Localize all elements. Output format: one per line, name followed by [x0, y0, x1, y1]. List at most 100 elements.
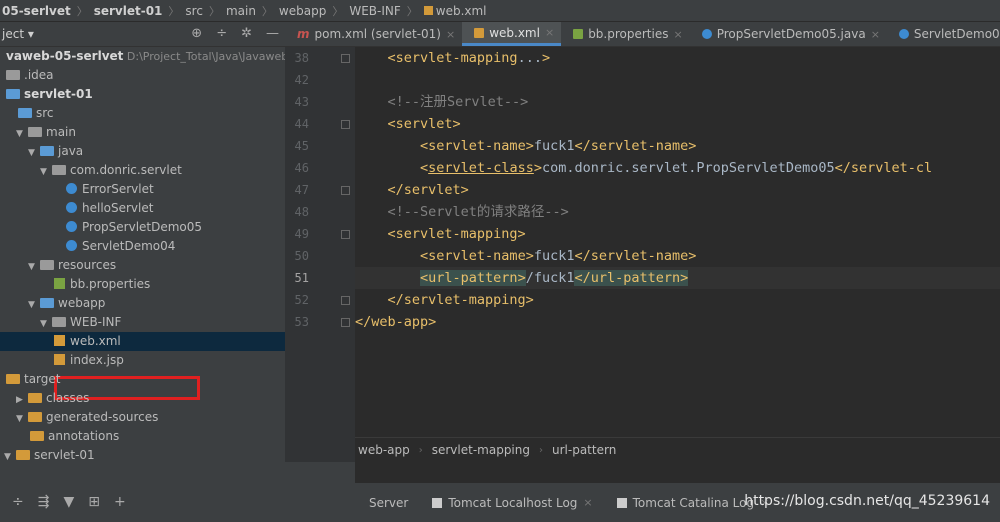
- project-tree: vaweb-05-serlvet D:\Project_Total\Java\J…: [0, 47, 285, 462]
- tree-item[interactable]: ▼ generated-sources: [16, 408, 158, 427]
- close-icon[interactable]: ×: [545, 26, 554, 39]
- tree-item[interactable]: helloServlet: [66, 199, 153, 218]
- services-tab[interactable]: Server: [355, 496, 418, 510]
- folder-icon: [40, 260, 54, 270]
- project-view-selector[interactable]: ject ▾: [2, 27, 34, 41]
- code-editor[interactable]: <servlet-mapping...> <!--注册Servlet--> <s…: [355, 47, 1000, 437]
- folder-icon: [52, 165, 66, 175]
- tree-item[interactable]: PropServletDemo05: [66, 218, 202, 237]
- xml-file-icon: [423, 6, 433, 15]
- close-icon[interactable]: ×: [673, 28, 682, 41]
- xml-breadcrumb-item[interactable]: servlet-mapping: [432, 443, 530, 457]
- tab-web-xml[interactable]: web.xml ×: [462, 22, 562, 46]
- tree-item-label: index.jsp: [70, 353, 124, 367]
- fold-marker-icon[interactable]: [341, 120, 350, 129]
- tree-item[interactable]: servlet-01: [6, 85, 93, 104]
- collapse-icon[interactable]: ÷: [216, 26, 227, 41]
- code-token: <servlet-name>: [420, 138, 534, 154]
- tree-item[interactable]: index.jsp: [54, 351, 124, 370]
- code-token: </servlet-name>: [574, 138, 697, 154]
- expand-arrow-icon[interactable]: ▼: [28, 258, 40, 277]
- locate-icon[interactable]: ⊕: [191, 26, 202, 41]
- tree-item[interactable]: bb.properties: [54, 275, 150, 294]
- breadcrumb-item[interactable]: main: [226, 4, 256, 18]
- tree-item-label: classes: [46, 391, 90, 405]
- expand-arrow-icon[interactable]: ▼: [16, 125, 28, 144]
- tree-item[interactable]: annotations: [30, 427, 119, 446]
- tab-servletdemo04-java[interactable]: ServletDemo04.java: [887, 22, 1000, 46]
- breadcrumb-item[interactable]: WEB-INF: [349, 4, 400, 18]
- code-token: </url-pattern>: [574, 270, 689, 286]
- tab-label: web.xml: [489, 25, 540, 40]
- breadcrumb-item[interactable]: src: [185, 4, 203, 18]
- breadcrumb-separator-icon: 〉: [76, 4, 88, 18]
- tree-item[interactable]: ▼ com.donric.servlet: [40, 161, 182, 180]
- tab-propservletdemo05-java[interactable]: PropServletDemo05.java ×: [690, 22, 887, 46]
- tree-item[interactable]: ▶ classes: [16, 389, 89, 408]
- breadcrumb-item[interactable]: web.xml: [436, 4, 487, 18]
- services-tab[interactable]: Tomcat Localhost Log ×: [418, 496, 602, 510]
- code-line: <servlet-mapping...>: [355, 47, 551, 69]
- expand-arrow-icon[interactable]: ▼: [40, 163, 52, 182]
- tree-item[interactable]: ▼ servlet-01: [4, 446, 95, 462]
- tree-item-label: ServletDemo04: [82, 239, 176, 253]
- tree-item[interactable]: ▼ webapp: [28, 294, 105, 313]
- breadcrumb-item[interactable]: servlet-01: [94, 4, 163, 18]
- tree-item[interactable]: ▼ java: [28, 142, 83, 161]
- add-icon[interactable]: +: [114, 494, 126, 510]
- fold-marker-icon[interactable]: [341, 230, 350, 239]
- xml-breadcrumb-item[interactable]: url-pattern: [552, 443, 616, 457]
- code-token: >: [541, 50, 551, 66]
- code-token: </servlet>: [387, 182, 469, 198]
- expand-arrow-icon[interactable]: ▼: [28, 296, 40, 315]
- fold-marker-icon[interactable]: [341, 186, 350, 195]
- tree-item[interactable]: target: [6, 370, 61, 389]
- tree-item[interactable]: src: [18, 104, 54, 123]
- tab-pom-xml-servlet-01-[interactable]: m pom.xml (servlet-01) ×: [285, 22, 462, 46]
- fold-marker-icon[interactable]: [341, 318, 350, 327]
- xml-structure-breadcrumb: web-app › servlet-mapping › url-pattern: [355, 437, 1000, 462]
- tree-item-label: target: [24, 372, 61, 386]
- class-icon: [66, 240, 77, 251]
- services-tab-label: Tomcat Catalina Log: [632, 495, 755, 510]
- breadcrumb-item[interactable]: 05-serlvet: [2, 4, 71, 18]
- fold-marker-icon[interactable]: [341, 54, 350, 63]
- xml-breadcrumb-item[interactable]: web-app: [358, 443, 410, 457]
- breadcrumb-item[interactable]: webapp: [279, 4, 326, 18]
- editor-tab-bar: m pom.xml (servlet-01) × web.xml × bb.propert…: [285, 22, 1000, 47]
- close-icon[interactable]: ×: [446, 28, 455, 41]
- filter-icon[interactable]: ▼: [63, 494, 74, 510]
- close-icon[interactable]: ×: [583, 496, 592, 509]
- tree-item[interactable]: ErrorServlet: [66, 180, 154, 199]
- tree-item[interactable]: ▼ resources: [28, 256, 116, 275]
- expand-arrow-icon[interactable]: ▼: [16, 410, 28, 429]
- tree-item[interactable]: .idea: [6, 66, 54, 85]
- folder-icon: [6, 70, 20, 80]
- fold-marker-icon[interactable]: [341, 296, 350, 305]
- tree-item[interactable]: ▼ WEB-INF: [40, 313, 121, 332]
- expand-arrow-icon[interactable]: ▼: [28, 144, 40, 163]
- tree-item[interactable]: web.xml: [0, 332, 285, 351]
- settings-icon[interactable]: ✲: [241, 26, 252, 41]
- tree-item[interactable]: vaweb-05-serlvet D:\Project_Total\Java\J…: [6, 47, 285, 66]
- breadcrumb-separator-icon: 〉: [168, 4, 180, 18]
- code-line: <servlet-name>fuck1</servlet-name>: [355, 245, 696, 267]
- line-number: 50: [294, 249, 309, 263]
- layout-icon[interactable]: ⊞: [88, 494, 100, 510]
- line-number: 48: [294, 205, 309, 219]
- tree-item-label: PropServletDemo05: [82, 220, 203, 234]
- tree-item[interactable]: ▼ main: [16, 123, 76, 142]
- collapse-all-icon[interactable]: ÷: [12, 494, 24, 510]
- expand-arrow-icon[interactable]: ▼: [4, 448, 16, 462]
- tab-bb-properties[interactable]: bb.properties ×: [561, 22, 690, 46]
- hide-icon[interactable]: —: [266, 26, 279, 41]
- tree-item[interactable]: ServletDemo04: [66, 237, 175, 256]
- close-icon[interactable]: ×: [871, 28, 880, 41]
- group-icon[interactable]: ⇶: [38, 494, 50, 510]
- tree-item-path: D:\Project_Total\Java\Javaweb\: [123, 50, 285, 63]
- tree-item-label: servlet-01: [34, 448, 95, 462]
- tree-item-label: src: [36, 106, 54, 120]
